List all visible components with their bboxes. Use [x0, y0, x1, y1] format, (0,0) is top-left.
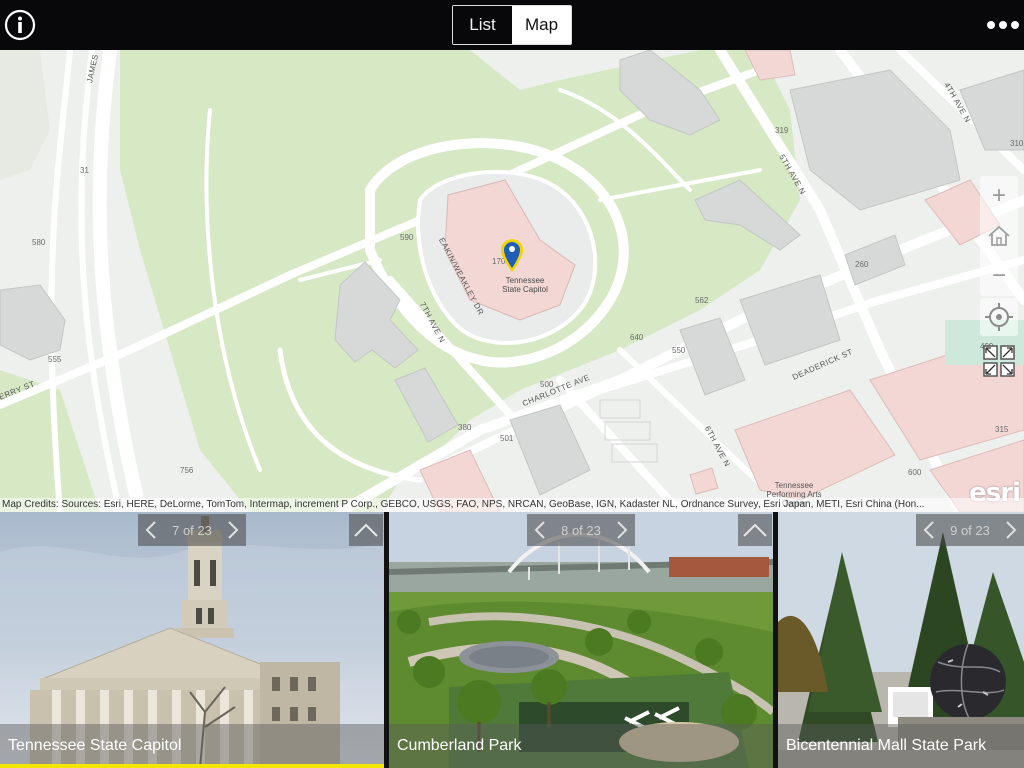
zoom-controls: + −: [980, 176, 1018, 296]
selected-card-indicator: [0, 764, 384, 768]
address-label: 501: [500, 434, 514, 443]
expand-up-icon[interactable]: [349, 514, 383, 546]
card-counter: 8 of 23: [561, 522, 601, 538]
map-view-button[interactable]: Map: [512, 6, 571, 44]
full-extent-icon[interactable]: [980, 342, 1018, 380]
next-arrow-icon[interactable]: [998, 514, 1024, 546]
map-view[interactable]: JAMES EAKIN/WEAKLEY DR 7TH AVE N CHARLOT…: [0, 50, 1024, 512]
place-card[interactable]: 7 of 23 Tennessee State Capitol: [0, 512, 384, 768]
address-label: 600: [908, 468, 922, 477]
address-label: 319: [775, 126, 789, 135]
app-root: List Map JAMES EAKIN/WEAKLEY DR 7TH AVE …: [0, 0, 1024, 768]
zoom-out-button[interactable]: −: [980, 256, 1018, 296]
place-card[interactable]: 8 of 23 Cumberland Park: [389, 512, 773, 768]
address-label: 756: [180, 466, 194, 475]
address-label: 562: [695, 296, 709, 305]
address-label: 380: [458, 423, 472, 432]
route-shield: 31: [80, 166, 89, 175]
address-label: 315: [995, 425, 1009, 434]
more-options-icon[interactable]: [986, 13, 1020, 37]
address-label: 550: [672, 346, 686, 355]
list-view-button[interactable]: List: [453, 6, 512, 44]
address-label: 500: [540, 380, 554, 389]
home-icon[interactable]: [980, 216, 1018, 256]
card-counter: 7 of 23: [172, 522, 212, 538]
address-label: 590: [400, 233, 414, 242]
expand-up-icon[interactable]: [738, 514, 772, 546]
place-card[interactable]: 9 of 23 Bicentennial Mall State Park: [778, 512, 1024, 768]
next-arrow-icon[interactable]: [609, 514, 635, 546]
previous-arrow-icon[interactable]: [916, 514, 942, 546]
card-title: Bicentennial Mall State Park: [778, 724, 1024, 768]
card-pager: 9 of 23: [916, 514, 1024, 546]
previous-arrow-icon[interactable]: [527, 514, 553, 546]
locate-icon[interactable]: [980, 298, 1018, 336]
info-icon[interactable]: [4, 9, 36, 41]
address-label: 580: [32, 238, 46, 247]
next-arrow-icon[interactable]: [220, 514, 246, 546]
location-pin-icon[interactable]: [499, 238, 525, 274]
card-pager: 8 of 23: [527, 514, 635, 546]
place-carousel: 7 of 23 Tennessee State Capitol 8 of 23 …: [0, 512, 1024, 768]
previous-arrow-icon[interactable]: [138, 514, 164, 546]
address-label: 260: [855, 260, 869, 269]
address-label: 640: [630, 333, 644, 342]
zoom-in-button[interactable]: +: [980, 176, 1018, 216]
capitol-map-label: Tennessee State Capitol: [502, 276, 548, 294]
map-credits: Map Credits: Sources: Esri, HERE, DeLorm…: [0, 498, 1024, 512]
card-counter: 9 of 23: [950, 522, 990, 538]
view-toggle: List Map: [452, 5, 572, 45]
address-label: 310: [1010, 139, 1024, 148]
top-bar: List Map: [0, 0, 1024, 50]
card-title: Cumberland Park: [389, 724, 773, 768]
address-label: 555: [48, 355, 62, 364]
card-pager: 7 of 23: [138, 514, 246, 546]
card-title: Tennessee State Capitol: [0, 724, 384, 768]
